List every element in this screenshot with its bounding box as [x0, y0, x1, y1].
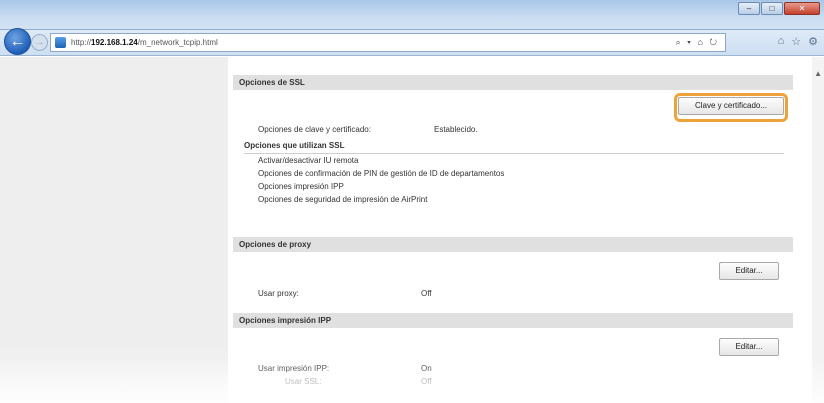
key-and-certificate-button[interactable]: Clave y certificado... — [678, 97, 784, 115]
scroll-up-icon[interactable]: ▲ — [814, 69, 822, 78]
use-proxy-label: Usar proxy: — [258, 289, 299, 298]
use-ipp-label: Usar impresión IPP: — [258, 364, 330, 373]
maximize-button[interactable]: □ — [761, 2, 783, 15]
ssl-item: Activar/desactivar IU remota — [258, 156, 359, 165]
left-navigation-pane — [0, 57, 228, 403]
url-text[interactable]: http://192.168.1.24/m_network_tcpip.html — [71, 38, 218, 47]
ssl-item: Opciones de confirmación de PIN de gesti… — [258, 169, 505, 178]
forward-icon: → — [34, 37, 45, 48]
browser-titlebar: – □ ✕ — [0, 0, 824, 30]
key-cert-setting-label: Opciones de clave y certificado: — [258, 125, 371, 134]
browser-navbar: ← → http://192.168.1.24/m_network_tcpip.… — [0, 28, 824, 56]
ssl-section-header: Opciones de SSL — [233, 75, 793, 90]
section-divider — [244, 153, 784, 154]
close-button[interactable]: ✕ — [784, 2, 820, 15]
forward-button[interactable]: → — [31, 34, 48, 51]
vertical-scrollbar[interactable]: ▲ — [812, 57, 824, 403]
proxy-section-header: Opciones de proxy — [233, 237, 793, 252]
back-icon: ← — [9, 32, 26, 50]
use-ssl-value: Off — [421, 377, 432, 386]
use-proxy-value: Off — [421, 289, 432, 298]
use-ssl-label: Usar SSL: — [285, 377, 322, 386]
ipp-edit-button[interactable]: Editar... — [719, 338, 779, 356]
ssl-item: Opciones impresión IPP — [258, 182, 344, 191]
gear-icon[interactable]: ⚙ — [808, 35, 818, 48]
browser-toolbar-icons: ⌂ ☆ ⚙ — [778, 35, 818, 48]
use-ipp-value: On — [421, 364, 432, 373]
proxy-edit-button[interactable]: Editar... — [719, 262, 779, 280]
ssl-item: Opciones de seguridad de impresión de Ai… — [258, 195, 428, 204]
uses-ssl-heading: Opciones que utilizan SSL — [244, 141, 345, 150]
key-cert-setting-value: Establecido. — [434, 125, 478, 134]
back-button[interactable]: ← — [4, 28, 31, 55]
address-tools[interactable]: ⌕ ▾ ⌂ ↻ — [676, 37, 719, 48]
home-icon[interactable]: ⌂ — [778, 35, 785, 48]
page-icon — [55, 37, 66, 48]
ipp-section-header: Opciones impresión IPP — [233, 313, 793, 328]
page-content: ▲ Opciones de SSL Clave y certificado...… — [0, 57, 824, 403]
minimize-button[interactable]: – — [738, 2, 760, 15]
window-controls: – □ ✕ — [738, 2, 820, 15]
star-icon[interactable]: ☆ — [791, 35, 801, 48]
address-bar[interactable]: http://192.168.1.24/m_network_tcpip.html… — [50, 33, 726, 52]
